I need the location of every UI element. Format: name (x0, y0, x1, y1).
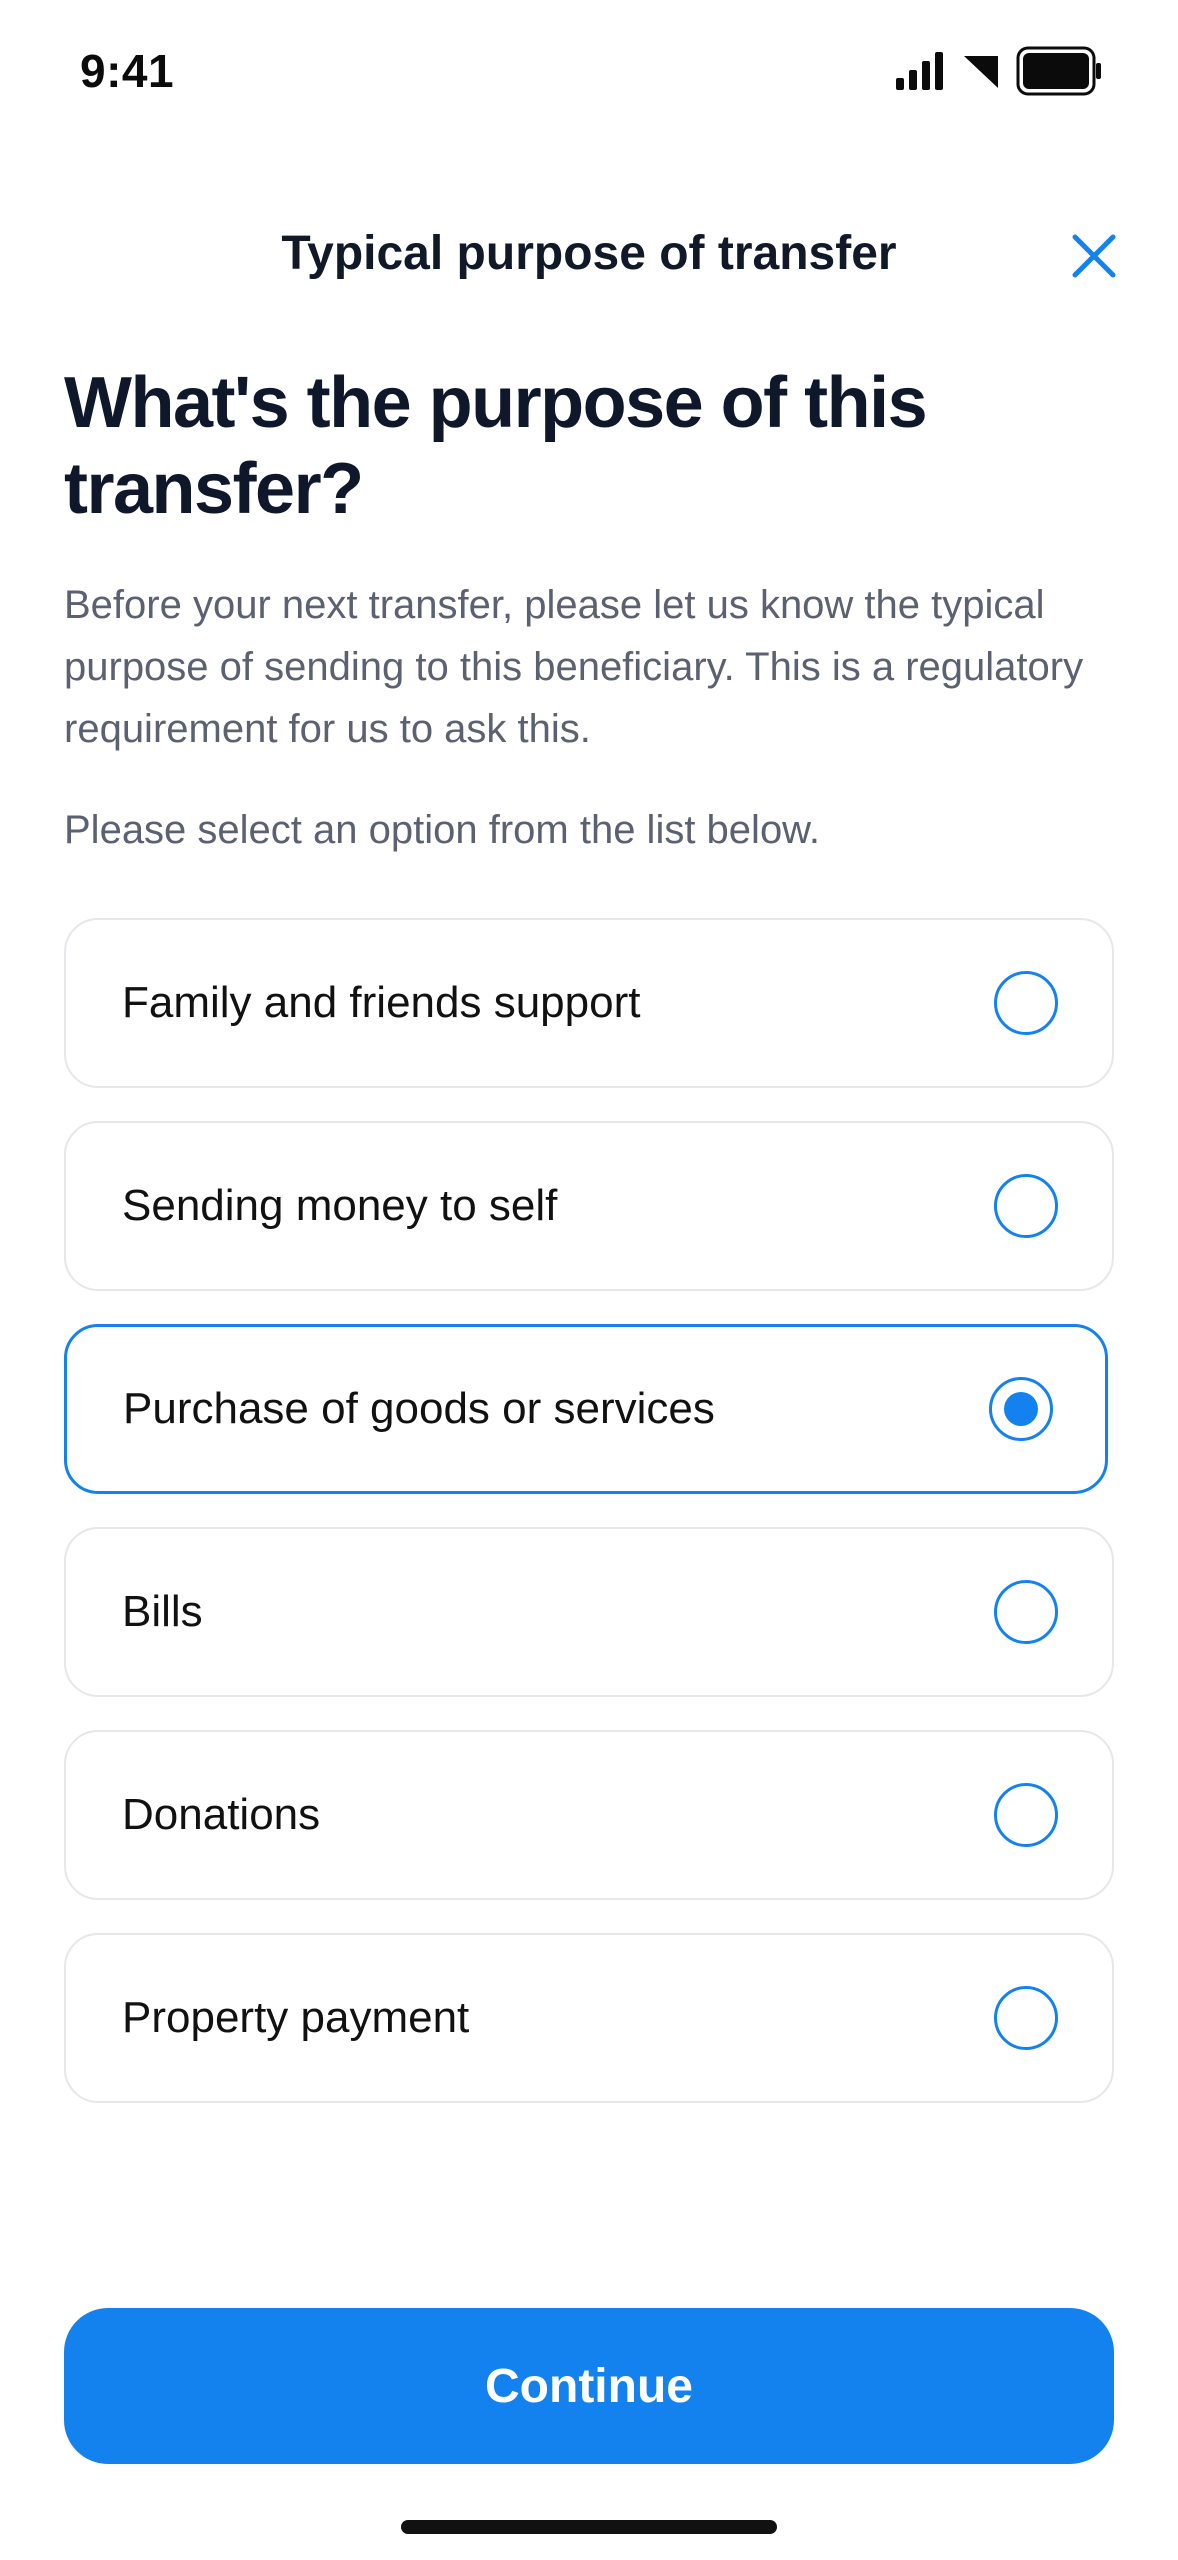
home-indicator[interactable] (401, 2520, 777, 2534)
status-bar: 9:41 (0, 0, 1178, 150)
purpose-options-list: Family and friends support Sending money… (64, 918, 1114, 2136)
radio-button[interactable] (994, 1783, 1058, 1847)
wifi-icon (964, 56, 998, 88)
radio-button[interactable] (994, 1986, 1058, 2050)
option-donations[interactable]: Donations (64, 1730, 1114, 1900)
option-label: Donations (122, 1790, 321, 1839)
option-label: Property payment (122, 1993, 470, 2042)
page-heading: What's the purpose of this transfer? (64, 363, 928, 529)
option-bills[interactable]: Bills (64, 1527, 1114, 1697)
option-purchase-of-goods-or-services[interactable]: Purchase of goods or services (64, 1324, 1108, 1494)
radio-button[interactable] (994, 971, 1058, 1035)
continue-button[interactable]: Continue (64, 2308, 1114, 2464)
intro-text: Before your next transfer, please let us… (64, 583, 1084, 751)
battery-icon (1016, 46, 1101, 96)
option-label: Purchase of goods or services (123, 1384, 715, 1433)
option-label: Family and friends support (122, 978, 641, 1027)
option-property-payment[interactable]: Property payment (64, 1933, 1114, 2103)
radio-button-selected[interactable] (989, 1377, 1053, 1441)
status-time: 9:41 (80, 45, 175, 97)
radio-selected-dot (1004, 1392, 1038, 1426)
close-button[interactable] (1068, 230, 1120, 282)
option-sending-money-to-self[interactable]: Sending money to self (64, 1121, 1114, 1291)
header-title: Typical purpose of transfer (281, 227, 897, 280)
option-family-and-friends-support[interactable]: Family and friends support (64, 918, 1114, 1088)
close-icon (1072, 234, 1116, 278)
option-label: Sending money to self (122, 1181, 558, 1230)
option-label: Bills (122, 1587, 203, 1636)
radio-button[interactable] (994, 1580, 1058, 1644)
radio-button[interactable] (994, 1174, 1058, 1238)
signal-icon (896, 52, 943, 90)
instruction-text: Please select an option from the list be… (64, 808, 820, 852)
